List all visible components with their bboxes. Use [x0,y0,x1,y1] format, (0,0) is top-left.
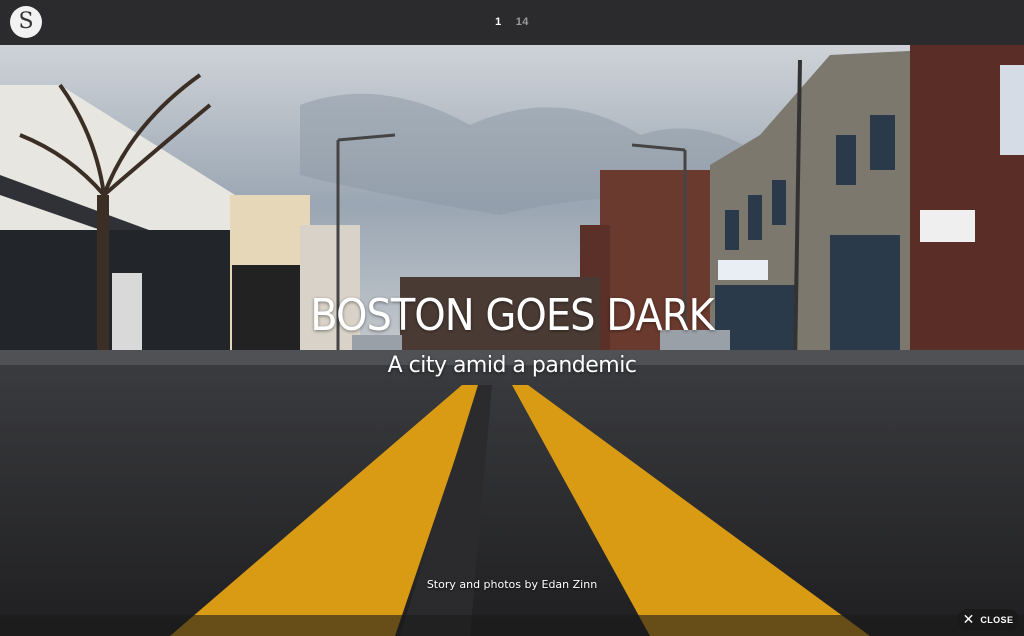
close-icon: ✕ [962,612,975,628]
hero-photo: BOSTON GOES DARK A city amid a pandemic … [0,45,1024,636]
slide-pager: 1 14 [0,16,1024,28]
story-title: BOSTON GOES DARK [310,291,715,341]
total-slides-number[interactable]: 14 [516,16,529,28]
current-slide-number[interactable]: 1 [495,16,502,28]
top-bar: S 1 14 [0,0,1024,45]
story-subtitle: A city amid a pandemic [387,353,637,378]
close-button[interactable]: ✕ CLOSE [957,609,1019,631]
story-byline: Story and photos by Edan Zinn [426,578,598,591]
close-label: CLOSE [980,615,1014,625]
